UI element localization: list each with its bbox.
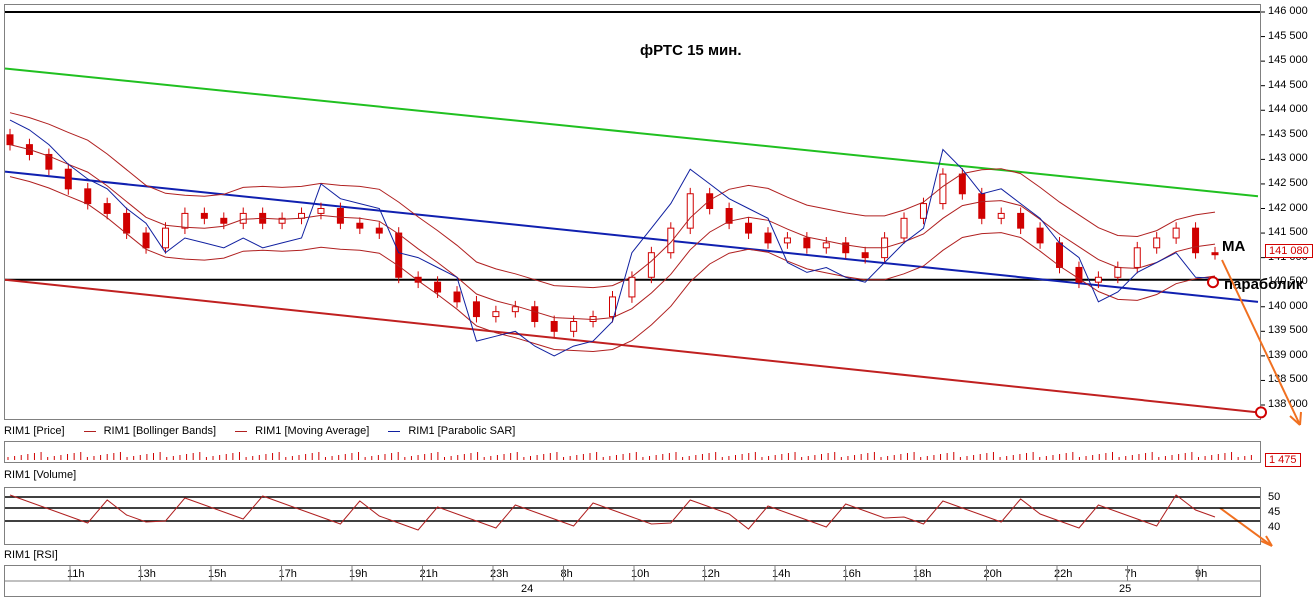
candle-body xyxy=(64,168,72,190)
candle-body xyxy=(1056,242,1064,268)
candle-body xyxy=(356,222,364,229)
candle-body xyxy=(6,134,14,146)
rsi-line xyxy=(9,494,1216,531)
candle-body xyxy=(628,276,636,298)
candle-body xyxy=(647,252,655,278)
candle-body xyxy=(472,301,480,318)
candle-body xyxy=(803,237,811,249)
candle-body xyxy=(958,173,966,195)
candle-body xyxy=(84,188,92,205)
candle-body xyxy=(978,193,986,219)
candle-body xyxy=(103,203,111,214)
candle-body xyxy=(239,212,247,224)
candle-body xyxy=(511,306,519,313)
channel-end-marker xyxy=(1255,406,1267,419)
candle-body xyxy=(745,222,753,234)
candle-body xyxy=(997,212,1005,219)
candle-body xyxy=(764,232,772,244)
candle-body xyxy=(822,242,830,249)
rsi-forecast-arrow xyxy=(1219,507,1273,547)
candle-body xyxy=(375,227,383,234)
candle-body xyxy=(1017,212,1025,229)
candle-body xyxy=(317,208,325,214)
candle-body xyxy=(1114,266,1122,278)
candle-body xyxy=(900,217,908,239)
candle-body xyxy=(919,203,927,219)
candle-body xyxy=(1192,227,1200,254)
candle-body xyxy=(1153,237,1161,249)
forecast-arrow xyxy=(1221,259,1301,426)
candle-body xyxy=(123,212,131,234)
candle-body xyxy=(861,252,869,259)
candle-body xyxy=(1133,247,1141,268)
candle-body xyxy=(686,193,694,229)
candle-body xyxy=(1211,252,1219,256)
candle-body xyxy=(220,217,228,224)
candle-body xyxy=(453,291,461,303)
candle-body xyxy=(434,281,442,293)
candle-body xyxy=(395,232,403,278)
candle-body xyxy=(1036,227,1044,244)
candle-body xyxy=(570,320,578,332)
candle-body xyxy=(492,311,500,318)
candle-body xyxy=(550,320,558,332)
chart-canvas xyxy=(4,11,1302,582)
candle-body xyxy=(531,306,539,322)
candle-body xyxy=(939,173,947,205)
candle-body xyxy=(1094,276,1102,283)
candle-body xyxy=(336,208,344,224)
candle-body xyxy=(1172,227,1180,239)
candle-body xyxy=(200,212,208,219)
bollinger-lower xyxy=(9,176,1216,353)
parabolic-sar-line xyxy=(9,119,1216,357)
candle-body xyxy=(181,212,189,229)
candle-body xyxy=(706,193,714,209)
parabolic-marker xyxy=(1207,276,1219,289)
candle-body xyxy=(161,227,169,249)
candle-body xyxy=(783,237,791,244)
candle-body xyxy=(142,232,150,249)
bollinger-upper xyxy=(9,112,1216,289)
green-trendline xyxy=(4,67,1259,198)
